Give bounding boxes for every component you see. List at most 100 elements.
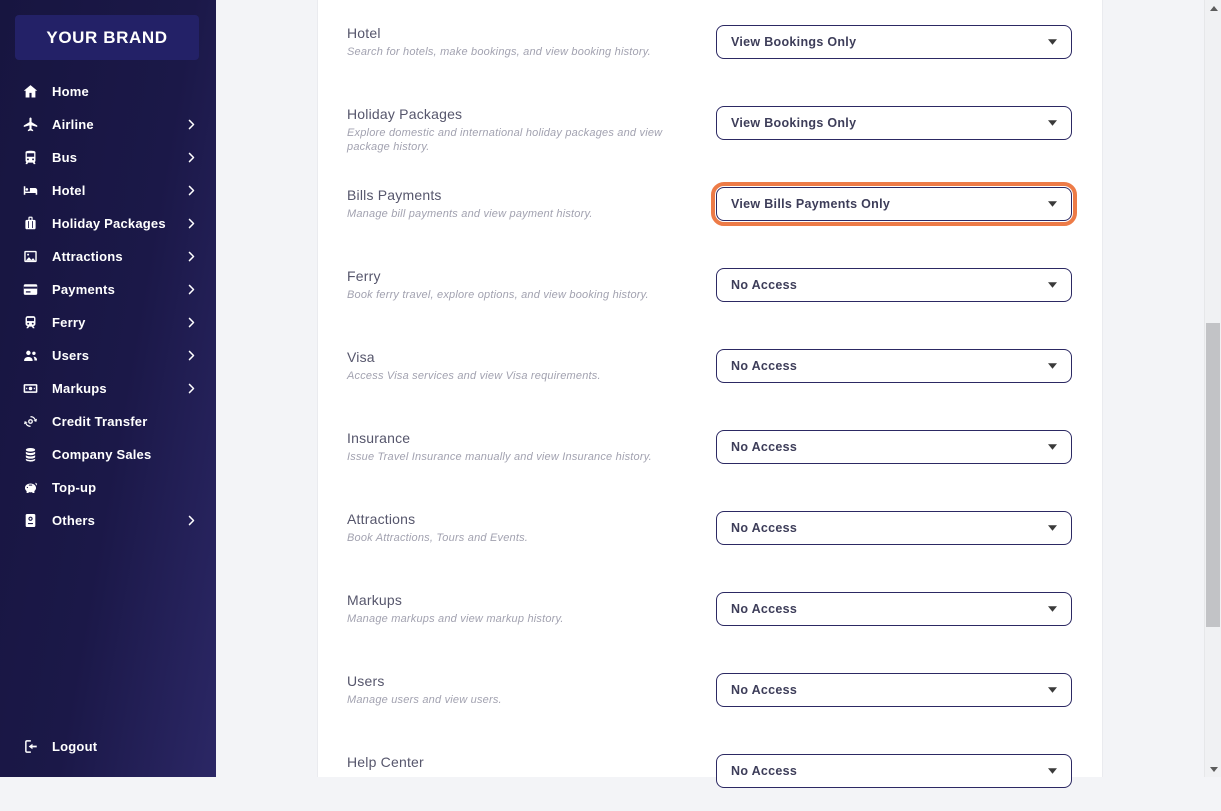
permission-info: Hotel Search for hotels, make bookings, a… (347, 25, 711, 59)
permission-description: Book Attractions, Tours and Events. (347, 532, 529, 544)
attractions-icon (22, 248, 39, 265)
scroll-down-button[interactable] (1205, 761, 1221, 777)
permission-info: Ferry Book ferry travel, explore options,… (347, 268, 711, 302)
others-icon (22, 512, 39, 529)
chevron-right-icon (185, 118, 198, 131)
access-level-select[interactable]: No Access (716, 349, 1072, 383)
permission-title: Help Center (347, 754, 424, 770)
caret-down-icon (1048, 606, 1057, 612)
permission-title: Holiday Packages (347, 106, 463, 122)
app-window: YOUR BRAND Home Airline Bus Hotel Holiday Pa… (0, 0, 1221, 788)
sidebar-item-label: Users (52, 348, 90, 363)
sidebar-item-payments[interactable]: Payments (0, 273, 216, 306)
dropdown-selected-value: No Access (731, 764, 798, 778)
permission-dropdown[interactable]: No Access (711, 344, 1077, 388)
permission-row-ferry: Ferry Book ferry travel, explore options,… (347, 268, 1072, 325)
company-sales-icon (22, 446, 39, 463)
permission-dropdown[interactable]: No Access (711, 668, 1077, 712)
caret-down-icon (1048, 444, 1057, 450)
chevron-right-icon (185, 349, 198, 362)
permission-row-hotel: Hotel Search for hotels, make bookings, a… (347, 25, 1072, 82)
sidebar-item-label: Hotel (52, 183, 86, 198)
chevron-right-icon (185, 217, 198, 230)
permission-info: Markups Manage markups and view markup hi… (347, 592, 711, 626)
permission-info: Bills Payments Manage bill payments and v… (347, 187, 711, 221)
permission-dropdown[interactable]: View Bookings Only (711, 101, 1077, 145)
chevron-right-icon (185, 283, 198, 296)
sidebar-item-top-up[interactable]: Top-up (0, 471, 216, 504)
sidebar-item-bus[interactable]: Bus (0, 141, 216, 174)
access-level-select[interactable]: No Access (716, 592, 1072, 626)
permission-dropdown-highlighted[interactable]: View Bills Payments Only (711, 182, 1077, 226)
sidebar-item-ferry[interactable]: Ferry (0, 306, 216, 339)
sidebar-item-attractions[interactable]: Attractions (0, 240, 216, 273)
permission-title: Hotel (347, 25, 381, 41)
permission-dropdown[interactable]: No Access (711, 749, 1077, 793)
access-level-select[interactable]: No Access (716, 673, 1072, 707)
sidebar-item-holiday-packages[interactable]: Holiday Packages (0, 207, 216, 240)
chevron-right-icon (185, 382, 198, 395)
chevron-right-icon (185, 514, 198, 527)
sidebar-item-label: Airline (52, 117, 94, 132)
access-level-select[interactable]: View Bills Payments Only (716, 187, 1072, 221)
access-level-select[interactable]: No Access (716, 430, 1072, 464)
dropdown-selected-value: No Access (731, 278, 798, 292)
permission-dropdown[interactable]: No Access (711, 263, 1077, 307)
access-level-select[interactable]: View Bookings Only (716, 25, 1072, 59)
sidebar-item-label: Bus (52, 150, 78, 165)
permission-title: Attractions (347, 511, 416, 527)
scrollbar-thumb[interactable] (1206, 323, 1220, 627)
permission-title: Insurance (347, 430, 411, 446)
access-level-select[interactable]: No Access (716, 754, 1072, 788)
sidebar-item-users[interactable]: Users (0, 339, 216, 372)
permission-description: Explore domestic and international holid… (347, 127, 663, 154)
logout-icon (22, 738, 39, 755)
permission-row-insurance: Insurance Issue Travel Insurance manually… (347, 430, 1072, 487)
sidebar-item-credit-transfer[interactable]: Credit Transfer (0, 405, 216, 438)
vertical-scrollbar[interactable] (1204, 0, 1221, 777)
chevron-right-icon (185, 250, 198, 263)
main-content: Hotel Search for hotels, make bookings, a… (216, 0, 1204, 788)
permission-row-help-center: Help Center No Access (347, 754, 1072, 811)
permission-description: Manage bill payments and view payment hi… (347, 208, 593, 220)
sidebar-item-label: Home (52, 84, 89, 99)
sidebar-item-label: Ferry (52, 315, 86, 330)
caret-down-icon (1048, 120, 1057, 126)
credit-transfer-icon (22, 413, 39, 430)
permission-row-attractions: Attractions Book Attractions, Tours and E… (347, 511, 1072, 568)
dropdown-selected-value: No Access (731, 440, 798, 454)
permission-row-users: Users Manage users and view users. No Acce… (347, 673, 1072, 730)
permission-dropdown[interactable]: No Access (711, 587, 1077, 631)
sidebar-item-markups[interactable]: Markups (0, 372, 216, 405)
scroll-up-button[interactable] (1205, 0, 1221, 16)
sidebar-item-home[interactable]: Home (0, 75, 216, 108)
sidebar-item-others[interactable]: Others (0, 504, 216, 537)
permission-dropdown[interactable]: View Bookings Only (711, 20, 1077, 64)
ferry-icon (22, 314, 39, 331)
dropdown-selected-value: View Bookings Only (731, 116, 857, 130)
permission-info: Users Manage users and view users. (347, 673, 711, 707)
caret-down-icon (1048, 768, 1057, 774)
sidebar-item-company-sales[interactable]: Company Sales (0, 438, 216, 471)
sidebar-item-label: Top-up (52, 480, 97, 495)
chevron-right-icon (185, 316, 198, 329)
brand-name: YOUR BRAND (46, 27, 168, 47)
permission-title: Markups (347, 592, 403, 608)
access-level-select[interactable]: No Access (716, 511, 1072, 545)
hotel-icon (22, 182, 39, 199)
airline-icon (22, 116, 39, 133)
sidebar-item-hotel[interactable]: Hotel (0, 174, 216, 207)
permission-description: Search for hotels, make bookings, and vi… (347, 46, 651, 58)
permission-dropdown[interactable]: No Access (711, 506, 1077, 550)
sidebar-item-airline[interactable]: Airline (0, 108, 216, 141)
permission-dropdown[interactable]: No Access (711, 425, 1077, 469)
access-level-select[interactable]: View Bookings Only (716, 106, 1072, 140)
access-level-select[interactable]: No Access (716, 268, 1072, 302)
scroll-down-icon (1209, 766, 1218, 772)
permission-title: Bills Payments (347, 187, 442, 203)
permission-row-bills-payments: Bills Payments Manage bill payments and v… (347, 182, 1077, 244)
bus-icon (22, 149, 39, 166)
payments-icon (22, 281, 39, 298)
permission-row-markups: Markups Manage markups and view markup hi… (347, 592, 1072, 649)
sidebar-item-logout[interactable]: Logout (0, 730, 216, 763)
